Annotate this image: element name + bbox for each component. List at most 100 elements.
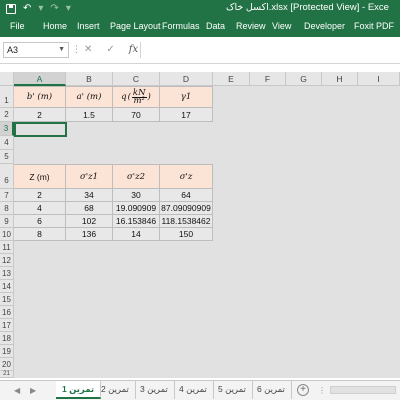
table1-header-a-prime[interactable]: a' (m) [66, 86, 113, 108]
table1-header-gamma1[interactable]: γ1 [160, 86, 213, 108]
table1-header-q[interactable]: q ( kN m² ) [113, 86, 160, 108]
q-unit-bracket: ( [127, 92, 131, 102]
row-header-6[interactable]: 6 [0, 164, 14, 189]
table-cell[interactable]: 102 [66, 215, 113, 228]
column-header-f[interactable]: F [250, 72, 286, 86]
row-header-9[interactable]: 9 [0, 215, 14, 228]
row-header-14[interactable]: 14 [0, 280, 14, 293]
chevron-down-icon[interactable]: ▼ [58, 43, 65, 57]
table-cell[interactable]: 150 [160, 228, 213, 241]
table-cell[interactable]: 64 [160, 189, 213, 202]
sheet-tab-3[interactable]: تمرین 3 [134, 381, 175, 399]
table2-header-sigma-z2[interactable]: σ'z2 [113, 164, 160, 189]
table-cell[interactable]: 2 [14, 189, 66, 202]
row-header-12[interactable]: 12 [0, 254, 14, 267]
column-header-d[interactable]: D [160, 72, 213, 86]
q-unit-bracket-close: ) [147, 92, 151, 102]
tab-file[interactable]: File [10, 21, 25, 31]
column-header-a[interactable]: A [14, 72, 66, 86]
tab-developer[interactable]: Developer [304, 21, 345, 31]
row-header-4[interactable]: 4 [0, 136, 14, 150]
row-header-15[interactable]: 15 [0, 293, 14, 306]
tab-data[interactable]: Data [206, 21, 225, 31]
scroll-left-icon[interactable]: ◀ [14, 386, 20, 395]
insert-function-icon[interactable]: fx [129, 44, 138, 55]
table1-value-gamma1[interactable]: 17 [160, 108, 213, 122]
row-header-1[interactable]: 1 [0, 86, 14, 108]
table2-header-sigma-z1[interactable]: σ'z1 [66, 164, 113, 189]
add-sheet-icon[interactable]: + [297, 384, 309, 396]
column-header-h[interactable]: H [322, 72, 358, 86]
table1-value-a-prime[interactable]: 1.5 [66, 108, 113, 122]
row-header-11[interactable]: 11 [0, 241, 14, 254]
row-header-17[interactable]: 17 [0, 319, 14, 332]
row-header-21[interactable]: 21 [0, 371, 14, 378]
more-icon: ⋮ [318, 386, 326, 395]
sheet-tab-6[interactable]: تمرین 6 [251, 381, 292, 399]
active-cell-a3[interactable] [14, 122, 67, 137]
row-header-3[interactable]: 3 [0, 122, 14, 136]
sheet-tab-4[interactable]: تمرین 4 [173, 381, 214, 399]
tab-view[interactable]: View [272, 21, 291, 31]
sheet-tab-2[interactable]: تمرین 2 [95, 381, 136, 399]
table-cell[interactable]: 68 [66, 202, 113, 215]
row-header-7[interactable]: 7 [0, 189, 14, 202]
row-header-10[interactable]: 10 [0, 228, 14, 241]
column-header-b[interactable]: B [66, 72, 113, 86]
table2-header-sigma-z[interactable]: σ'z [160, 164, 213, 189]
row-header-5[interactable]: 5 [0, 150, 14, 164]
table-cell[interactable]: 16.153846 [113, 215, 160, 228]
table-cell[interactable]: 30 [113, 189, 160, 202]
table-cell[interactable]: 34 [66, 189, 113, 202]
tab-insert[interactable]: Insert [77, 21, 100, 31]
tab-formulas[interactable]: Formulas [162, 21, 200, 31]
undo-icon[interactable]: ↶ [23, 2, 31, 15]
row-header-13[interactable]: 13 [0, 267, 14, 280]
tab-home[interactable]: Home [43, 21, 67, 31]
customize-qat-icon[interactable]: ▾ [66, 2, 71, 15]
row-header-19[interactable]: 19 [0, 345, 14, 358]
window-title: اکسل خاک.xlsx [Protected View] - Exce [226, 2, 389, 13]
scroll-right-icon[interactable]: ▶ [30, 386, 36, 395]
table1-value-q[interactable]: 70 [113, 108, 160, 122]
table-cell[interactable]: 136 [66, 228, 113, 241]
tab-review[interactable]: Review [236, 21, 266, 31]
table-cell[interactable]: 19.090909 [113, 202, 160, 215]
dropdown-icon[interactable]: ▾ [38, 2, 43, 15]
table-cell[interactable]: 8 [14, 228, 66, 241]
table-cell[interactable]: 14 [113, 228, 160, 241]
row-header-16[interactable]: 16 [0, 306, 14, 319]
table1-header-b-prime[interactable]: b' (m) [14, 86, 66, 108]
horizontal-scrollbar[interactable] [330, 386, 396, 394]
excel-window: ↶ ▾ ↷ ▾ اکسل خاک.xlsx [Protected View] -… [0, 0, 400, 400]
quick-access-toolbar: ↶ ▾ ↷ ▾ [6, 2, 71, 15]
select-all-corner[interactable] [0, 72, 14, 86]
sheet-tab-5[interactable]: تمرین 5 [212, 381, 253, 399]
name-box-value: A3 [7, 45, 19, 55]
row-header-18[interactable]: 18 [0, 332, 14, 345]
tab-page-layout[interactable]: Page Layout [110, 21, 161, 31]
redo-icon[interactable]: ↷ [50, 2, 58, 15]
formula-input[interactable] [140, 42, 400, 58]
table2-header-z[interactable]: Z (m) [14, 164, 66, 189]
row-header-20[interactable]: 20 [0, 358, 14, 371]
save-icon[interactable] [6, 4, 16, 14]
cancel-icon[interactable]: ✕ [84, 44, 92, 55]
table-cell[interactable]: 118.1538462 [160, 215, 213, 228]
table1-value-b-prime[interactable]: 2 [14, 108, 66, 122]
column-header-e[interactable]: E [213, 72, 250, 86]
column-header-g[interactable]: G [286, 72, 322, 86]
column-header-i[interactable]: I [358, 72, 400, 86]
sheet-tab-bar: ◀ ▶ تمرین 1 تمرین 2 تمرین 3 تمرین 4 تمری… [0, 380, 400, 400]
q-unit-fraction: kN m² [131, 87, 147, 106]
more-icon: ⋮ [72, 44, 81, 54]
column-header-c[interactable]: C [113, 72, 160, 86]
table-cell[interactable]: 4 [14, 202, 66, 215]
table-cell[interactable]: 87.09090909 [160, 202, 213, 215]
table-cell[interactable]: 6 [14, 215, 66, 228]
tab-foxit-pdf[interactable]: Foxit PDF [354, 21, 394, 31]
name-box[interactable]: A3 ▼ [3, 42, 69, 58]
row-header-8[interactable]: 8 [0, 202, 14, 215]
row-header-2[interactable]: 2 [0, 108, 14, 122]
enter-icon[interactable]: ✓ [106, 44, 114, 55]
